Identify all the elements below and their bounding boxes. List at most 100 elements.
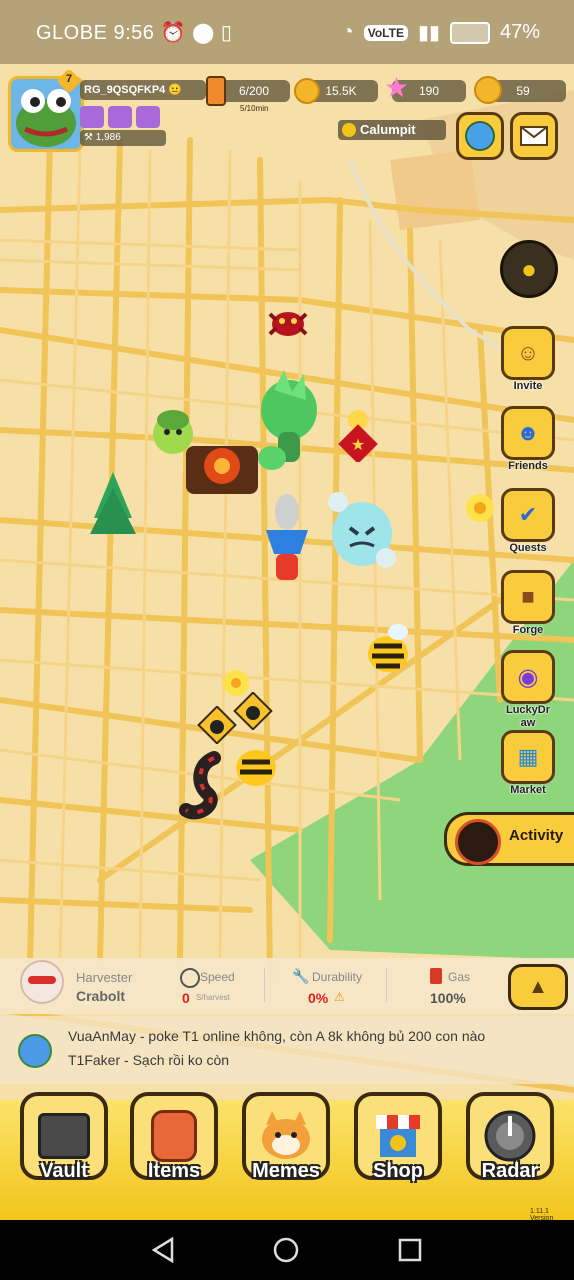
block-area: [390, 150, 480, 230]
paw-icon: ●: [521, 253, 537, 284]
gas-value: 100%: [430, 990, 466, 1006]
star-gem-icon: ★: [384, 72, 410, 103]
speed-label: Speed: [200, 970, 235, 984]
carrier-time: GLOBE 9:56 ⏰ ⬤ ▯: [36, 20, 232, 45]
vault-label: Vault: [40, 1160, 88, 1182]
activity-button[interactable]: Activity: [444, 812, 574, 866]
harvester-title: Harvester: [76, 970, 133, 985]
enemy-crab-marker[interactable]: [266, 304, 310, 342]
android-nav-bar: [0, 1220, 574, 1280]
chat-text: - Sạch rồi ko còn: [120, 1052, 230, 1068]
energy-bar[interactable]: 6/200: [218, 80, 290, 102]
quests-button[interactable]: ✔ Quests: [500, 488, 556, 555]
vibrate-icon: ▯: [220, 22, 233, 44]
pet-slot-icon[interactable]: [108, 106, 132, 128]
vault-button[interactable]: Vault: [20, 1092, 108, 1188]
divider: [264, 968, 265, 1002]
globe-icon: [465, 121, 495, 151]
items-button[interactable]: Items: [130, 1092, 218, 1188]
memes-button[interactable]: Memes: [242, 1092, 330, 1188]
luckydraw-button[interactable]: ◉ LuckyDr aw: [500, 650, 556, 730]
chat-message: VuaAnMay - poke T1 online không, còn A 8…: [68, 1028, 485, 1044]
banana-coin-icon: [294, 78, 320, 104]
quests-clipboard-icon: ✔: [501, 488, 555, 542]
invite-button[interactable]: ☺ Invite: [500, 326, 556, 393]
durability-value: 0%: [308, 990, 329, 1006]
mail-button[interactable]: [510, 112, 558, 160]
forge-button[interactable]: ■ Forge: [500, 570, 556, 637]
signal-icon: ▮▮: [417, 22, 440, 44]
radar-button[interactable]: Radar: [466, 1092, 554, 1188]
forge-chest-icon: ■: [501, 570, 555, 624]
gas-can-icon: [430, 968, 442, 984]
bomb-marker[interactable]: [196, 706, 240, 744]
luckydraw-label: LuckyDr aw: [505, 704, 551, 729]
divider: [386, 968, 387, 1002]
warning-icon: ⚠: [334, 990, 345, 1004]
home-nav-icon[interactable]: [272, 1236, 300, 1264]
location-tag[interactable]: Calumpit: [338, 120, 446, 140]
pet-slot-icon[interactable]: [136, 106, 160, 128]
chat-user: VuaAnMay: [68, 1028, 136, 1044]
market-stall-icon: ▦: [501, 730, 555, 784]
bee-creature[interactable]: [364, 620, 414, 676]
alarm-icon: ⏰: [160, 22, 186, 44]
speed-unit: S/harvest: [196, 993, 230, 1002]
map-view[interactable]: [0, 0, 574, 1280]
volte-badge: VoLTE: [363, 24, 408, 41]
world-map-button[interactable]: [456, 112, 504, 160]
shop-button[interactable]: Shop: [354, 1092, 442, 1188]
energy-value: 6/200: [238, 84, 270, 98]
black-hole-icon: [455, 819, 501, 865]
battery-icon: [449, 21, 490, 44]
wrench-icon: 🔧: [292, 968, 310, 984]
chat-text: - poke T1 online không, còn A 8k không b…: [135, 1028, 486, 1044]
harvester-avatar-icon: [20, 960, 64, 1004]
furnace-building[interactable]: [182, 436, 262, 500]
plant-monster[interactable]: [254, 370, 324, 480]
gold-value: 59: [516, 84, 530, 98]
score-value: 1,986: [95, 132, 121, 143]
clock-label: 9:56: [113, 22, 155, 44]
luckydraw-portal-icon: ◉: [501, 650, 555, 704]
harvester-panel: Harvester Crabolt Speed 0 S/harvest 🔧 Du…: [0, 958, 574, 1014]
carrier-label: GLOBE: [36, 22, 108, 44]
paw-button[interactable]: ●: [500, 240, 558, 298]
energy-rate: 5/10min: [240, 104, 269, 113]
battery-energy-icon: [206, 76, 226, 106]
gold-coin-icon: [474, 76, 502, 104]
location-icon: ⬤: [191, 22, 215, 44]
player-name: RG_9QSQFKP4: [84, 84, 166, 96]
friends-button[interactable]: ☻ Friends: [500, 406, 556, 473]
harvester-name: Crabolt: [76, 988, 125, 1004]
recents-nav-icon[interactable]: [396, 1236, 424, 1264]
battery-percent: 47%: [499, 21, 540, 43]
speed-value: 0: [182, 990, 190, 1006]
chat-message: T1Faker - Sạch rồi ko còn: [68, 1052, 229, 1068]
flower-resource[interactable]: [460, 490, 500, 524]
player-avatar[interactable]: [262, 490, 312, 586]
player-name-tag[interactable]: RG_9QSQFKP4 😐: [80, 80, 206, 100]
status-icons: ◔ VoLTE ▮▮ 47%: [342, 20, 540, 45]
chat-panel[interactable]: VuaAnMay - poke T1 online không, còn A 8…: [0, 1016, 574, 1084]
memes-label: Memes: [252, 1160, 320, 1182]
back-nav-icon[interactable]: [150, 1236, 178, 1264]
durability-label: Durability: [312, 970, 363, 984]
worm-bee-monster[interactable]: [178, 744, 282, 826]
invite-label: Invite: [513, 380, 543, 392]
tree: [90, 472, 136, 534]
star-chest-marker[interactable]: ★: [336, 406, 380, 462]
activity-label: Activity: [509, 827, 564, 844]
score-tag: ⚒ 1,986: [80, 130, 166, 146]
pet-slots[interactable]: [80, 106, 160, 128]
pet-slot-icon[interactable]: [80, 106, 104, 128]
friends-label: Friends: [508, 460, 548, 472]
location-name: Calumpit: [360, 122, 416, 137]
chat-user: T1Faker: [68, 1052, 121, 1068]
gas-label: Gas: [448, 970, 471, 984]
level-label: 7: [65, 73, 73, 85]
wifi-icon: ◔: [341, 21, 354, 43]
market-button[interactable]: ▦ Market: [500, 730, 556, 797]
harvest-button[interactable]: ▲: [508, 964, 568, 1010]
ice-golem-monster[interactable]: [324, 488, 400, 572]
